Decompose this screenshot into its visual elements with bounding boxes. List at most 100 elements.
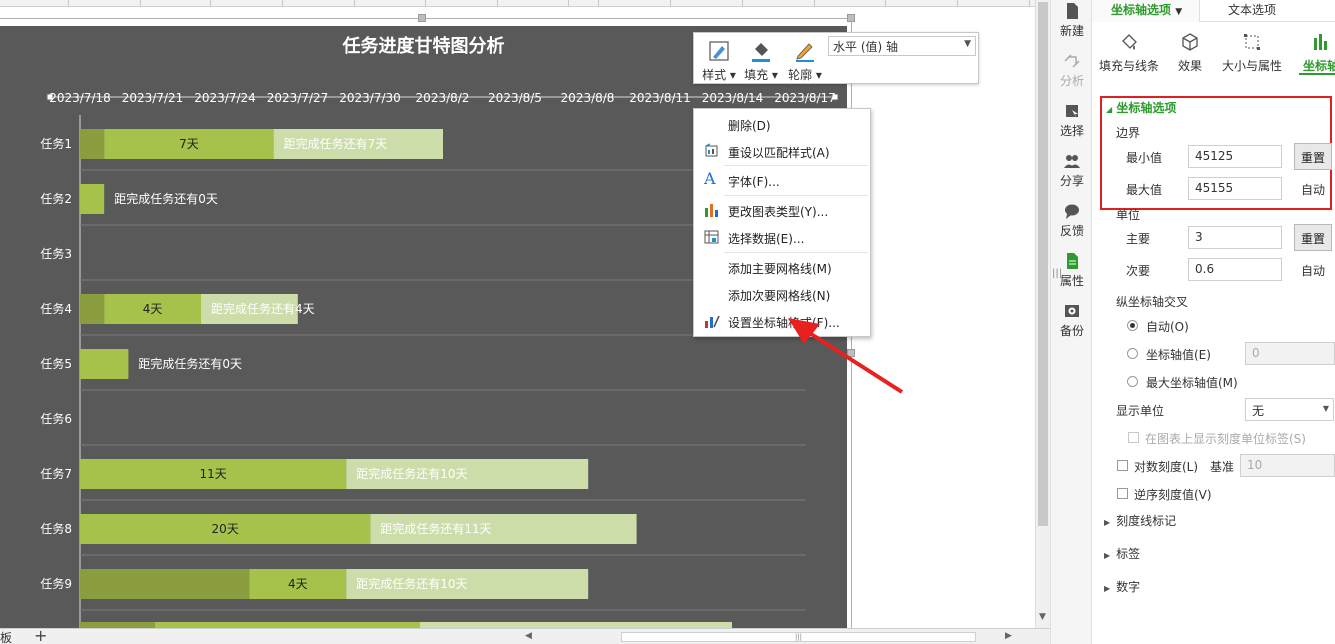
scroll-right-icon[interactable]: ▶ xyxy=(1005,631,1012,641)
tab-fill-line[interactable]: 填充与线条 xyxy=(1097,30,1161,74)
minor-unit-input[interactable]: 0.6 xyxy=(1188,258,1282,281)
menu-item-change-chart-type[interactable]: 更改图表类型(Y)... xyxy=(694,197,870,223)
tab-axis-options[interactable]: 坐标轴选项 ▼ xyxy=(1092,0,1200,22)
x-tick-label[interactable]: 2023/8/11 xyxy=(629,91,691,105)
bar-segment[interactable] xyxy=(80,184,105,214)
remaining-data-label[interactable]: 距完成任务还有11天 xyxy=(380,521,491,536)
tab-axis[interactable]: 坐标轴 xyxy=(1298,30,1335,74)
y-tick-label[interactable]: 任务9 xyxy=(40,576,72,591)
bar-segment[interactable] xyxy=(80,569,250,599)
share-button[interactable]: 分享 xyxy=(1051,152,1093,198)
column-divider[interactable] xyxy=(210,0,211,7)
column-divider[interactable] xyxy=(68,0,69,7)
column-divider[interactable] xyxy=(885,0,886,7)
y-tick-label[interactable]: 任务4 xyxy=(40,301,72,316)
section-number[interactable]: ▶ 数字 xyxy=(1104,578,1140,595)
major-reset-button[interactable]: 重置 xyxy=(1294,224,1332,251)
menu-item-add-major-gridlines[interactable]: 添加主要网格线(M) xyxy=(694,254,870,280)
section-labels[interactable]: ▶ 标签 xyxy=(1104,545,1140,562)
remaining-data-label[interactable]: 距完成任务还有0天 xyxy=(114,191,218,206)
min-reset-button[interactable]: 重置 xyxy=(1294,143,1332,170)
x-tick-label[interactable]: 2023/7/18 xyxy=(49,91,111,105)
bar-data-label[interactable]: 11天 xyxy=(199,467,226,481)
chart-resize-handle-top-right[interactable] xyxy=(847,14,855,22)
menu-item-font[interactable]: A 字体(F)... xyxy=(694,167,870,193)
y-tick-label[interactable]: 任务8 xyxy=(40,521,72,536)
vertical-scrollbar-thumb[interactable] xyxy=(1038,2,1048,526)
x-tick-label[interactable]: 2023/8/17 xyxy=(774,91,836,105)
section-axis-options[interactable]: ◢ 坐标轴选项 xyxy=(1106,99,1176,116)
log-scale-label[interactable]: 对数刻度(L) xyxy=(1134,458,1198,475)
outline-button[interactable]: 轮廓 ▾ xyxy=(784,37,826,83)
cross-auto-label[interactable]: 自动(O) xyxy=(1146,318,1189,335)
cross-value-radio[interactable] xyxy=(1127,348,1138,359)
spreadsheet-area[interactable]: 任务进度甘特图分析 2023/7/18 2023/7/21 2023/7/24 202… xyxy=(0,0,1035,628)
scroll-left-icon[interactable]: ◀ xyxy=(525,631,532,641)
remaining-data-label[interactable]: 距完成任务还有0天 xyxy=(138,356,242,371)
tab-text-options[interactable]: 文本选项 xyxy=(1228,1,1276,18)
style-button[interactable]: 样式 ▾ xyxy=(698,37,740,83)
column-divider[interactable] xyxy=(140,0,141,7)
column-header[interactable] xyxy=(0,0,1035,7)
feedback-button[interactable]: 反馈 xyxy=(1051,202,1093,248)
y-tick-label[interactable]: 任务7 xyxy=(40,466,72,481)
cross-max-label[interactable]: 最大坐标轴值(M) xyxy=(1146,374,1238,391)
scroll-down-icon[interactable]: ▼ xyxy=(1039,612,1046,622)
y-tick-label[interactable]: 任务6 xyxy=(40,411,72,426)
x-tick-label[interactable]: 2023/7/24 xyxy=(194,91,256,105)
max-auto-button[interactable]: 自动 xyxy=(1301,181,1325,198)
column-divider[interactable] xyxy=(598,0,599,7)
x-tick-label[interactable]: 2023/7/30 xyxy=(339,91,401,105)
min-value-input[interactable]: 45125 xyxy=(1188,145,1282,168)
column-divider[interactable] xyxy=(742,0,743,7)
y-tick-label[interactable]: 任务3 xyxy=(40,246,72,261)
x-tick-label[interactable]: 2023/8/14 xyxy=(702,91,764,105)
log-base-input[interactable]: 10 xyxy=(1240,454,1335,477)
tab-size-properties[interactable]: 大小与属性 xyxy=(1220,30,1284,74)
y-tick-label[interactable]: 任务1 xyxy=(40,136,72,151)
menu-item-select-data[interactable]: 选择数据(E)... xyxy=(694,224,870,250)
bar-data-label[interactable]: 7天 xyxy=(179,137,199,151)
x-tick-label[interactable]: 2023/7/27 xyxy=(267,91,329,105)
analyze-button[interactable]: 分析 xyxy=(1051,52,1093,98)
fill-button[interactable]: 填充 ▾ xyxy=(740,37,782,83)
show-unit-label-checkbox[interactable] xyxy=(1128,432,1139,443)
column-divider[interactable] xyxy=(282,0,283,7)
x-tick-label[interactable]: 2023/8/2 xyxy=(416,91,470,105)
y-tick-label[interactable]: 任务2 xyxy=(40,191,72,206)
sheet-tab[interactable]: 板 xyxy=(0,629,12,644)
menu-item-delete[interactable]: 删除(D) xyxy=(694,111,870,137)
column-divider[interactable] xyxy=(497,0,498,7)
bar-data-label[interactable]: 20天 xyxy=(212,522,239,536)
add-sheet-icon[interactable]: + xyxy=(34,626,47,644)
column-divider[interactable] xyxy=(354,0,355,7)
menu-item-add-minor-gridlines[interactable]: 添加次要网格线(N) xyxy=(694,281,870,307)
log-scale-checkbox[interactable] xyxy=(1117,460,1128,471)
column-divider[interactable] xyxy=(568,0,569,7)
remaining-data-label[interactable]: 距完成任务还有10天 xyxy=(356,576,467,591)
bar-segment[interactable] xyxy=(80,294,105,324)
cross-auto-radio[interactable] xyxy=(1127,320,1138,331)
chart-element-select[interactable]: 水平 (值) 轴 ▼ xyxy=(828,36,976,56)
major-unit-input[interactable]: 3 xyxy=(1188,226,1282,249)
vertical-scrollbar[interactable]: ▼ xyxy=(1035,0,1050,628)
remaining-data-label[interactable]: 距完成任务还有10天 xyxy=(356,466,467,481)
cross-value-input[interactable]: 0 xyxy=(1245,342,1335,365)
bar-data-label[interactable]: 4天 xyxy=(143,302,163,316)
horizontal-scrollbar-thumb[interactable]: ||| xyxy=(621,632,976,642)
x-tick-label[interactable]: 2023/8/8 xyxy=(561,91,615,105)
max-value-input[interactable]: 45155 xyxy=(1188,177,1282,200)
x-tick-label[interactable]: 2023/7/21 xyxy=(122,91,184,105)
column-divider[interactable] xyxy=(425,0,426,7)
tab-effects[interactable]: 效果 xyxy=(1168,30,1212,74)
bar-data-label[interactable]: 4天 xyxy=(288,577,308,591)
menu-item-reset-style[interactable]: 重设以匹配样式(A) xyxy=(694,138,870,164)
chart-resize-handle-top[interactable] xyxy=(418,14,426,22)
remaining-data-label[interactable]: 距完成任务还有4天 xyxy=(211,301,315,316)
x-tick-label[interactable]: 2023/8/5 xyxy=(488,91,542,105)
new-button[interactable]: 新建 xyxy=(1051,2,1093,48)
column-divider[interactable] xyxy=(1029,0,1030,7)
properties-button[interactable]: 属性 xyxy=(1051,252,1093,298)
cross-value-label[interactable]: 坐标轴值(E) xyxy=(1146,346,1211,363)
display-unit-select[interactable]: 无 ▼ xyxy=(1245,398,1334,421)
